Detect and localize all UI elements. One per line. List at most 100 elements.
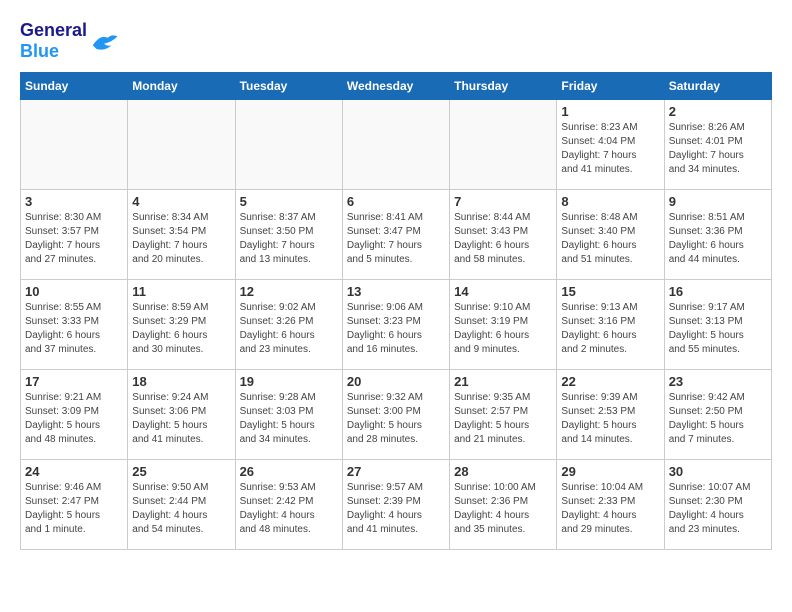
- day-info: Sunrise: 8:51 AM Sunset: 3:36 PM Dayligh…: [669, 211, 767, 267]
- calendar-header-row: SundayMondayTuesdayWednesdayThursdayFrid…: [21, 73, 772, 100]
- day-number: 11: [132, 284, 230, 299]
- page-header: General Blue: [20, 20, 772, 62]
- weekday-header-sunday: Sunday: [21, 73, 128, 100]
- calendar-table: SundayMondayTuesdayWednesdayThursdayFrid…: [20, 72, 772, 550]
- day-info: Sunrise: 9:50 AM Sunset: 2:44 PM Dayligh…: [132, 481, 230, 537]
- calendar-week-row: 24 Sunrise: 9:46 AM Sunset: 2:47 PM Dayli…: [21, 460, 772, 550]
- day-number: 12: [240, 284, 338, 299]
- day-number: 26: [240, 464, 338, 479]
- day-info: Sunrise: 8:23 AM Sunset: 4:04 PM Dayligh…: [561, 121, 659, 177]
- day-number: 10: [25, 284, 123, 299]
- day-info: Sunrise: 9:13 AM Sunset: 3:16 PM Dayligh…: [561, 301, 659, 357]
- logo-general: General: [20, 20, 87, 40]
- calendar-cell: 2Sunrise: 8:26 AM Sunset: 4:01 PM Daylig…: [664, 100, 771, 190]
- day-info: Sunrise: 10:04 AM Sunset: 2:33 PM Daylig…: [561, 481, 659, 537]
- day-info: Sunrise: 10:07 AM Sunset: 2:30 PM Daylig…: [669, 481, 767, 537]
- weekday-header-saturday: Saturday: [664, 73, 771, 100]
- day-info: Sunrise: 9:17 AM Sunset: 3:13 PM Dayligh…: [669, 301, 767, 357]
- calendar-week-row: 17Sunrise: 9:21 AM Sunset: 3:09 PM Dayli…: [21, 370, 772, 460]
- day-info: Sunrise: 9:42 AM Sunset: 2:50 PM Dayligh…: [669, 391, 767, 447]
- day-info: Sunrise: 9:39 AM Sunset: 2:53 PM Dayligh…: [561, 391, 659, 447]
- day-number: 24: [25, 464, 123, 479]
- calendar-week-row: 10Sunrise: 8:55 AM Sunset: 3:33 PM Dayli…: [21, 280, 772, 370]
- calendar-cell: [128, 100, 235, 190]
- calendar-cell: 16 Sunrise: 9:17 AM Sunset: 3:13 PM Dayli…: [664, 280, 771, 370]
- calendar-cell: 15 Sunrise: 9:13 AM Sunset: 3:16 PM Dayli…: [557, 280, 664, 370]
- day-number: 9: [669, 194, 767, 209]
- day-number: 21: [454, 374, 552, 389]
- calendar-week-row: 1 Sunrise: 8:23 AM Sunset: 4:04 PM Daylig…: [21, 100, 772, 190]
- day-info: Sunrise: 8:59 AM Sunset: 3:29 PM Dayligh…: [132, 301, 230, 357]
- day-number: 27: [347, 464, 445, 479]
- weekday-header-wednesday: Wednesday: [342, 73, 449, 100]
- weekday-header-thursday: Thursday: [450, 73, 557, 100]
- day-info: Sunrise: 9:46 AM Sunset: 2:47 PM Dayligh…: [25, 481, 123, 537]
- day-info: Sunrise: 9:06 AM Sunset: 3:23 PM Dayligh…: [347, 301, 445, 357]
- day-number: 17: [25, 374, 123, 389]
- weekday-header-monday: Monday: [128, 73, 235, 100]
- calendar-week-row: 3 Sunrise: 8:30 AM Sunset: 3:57 PM Daylig…: [21, 190, 772, 280]
- calendar-cell: 10Sunrise: 8:55 AM Sunset: 3:33 PM Dayli…: [21, 280, 128, 370]
- calendar-cell: 18 Sunrise: 9:24 AM Sunset: 3:06 PM Dayli…: [128, 370, 235, 460]
- calendar-cell: 26 Sunrise: 9:53 AM Sunset: 2:42 PM Dayli…: [235, 460, 342, 550]
- weekday-header-friday: Friday: [557, 73, 664, 100]
- day-number: 6: [347, 194, 445, 209]
- day-number: 25: [132, 464, 230, 479]
- calendar-cell: 22Sunrise: 9:39 AM Sunset: 2:53 PM Dayli…: [557, 370, 664, 460]
- day-number: 16: [669, 284, 767, 299]
- day-info: Sunrise: 8:44 AM Sunset: 3:43 PM Dayligh…: [454, 211, 552, 267]
- day-info: Sunrise: 8:48 AM Sunset: 3:40 PM Dayligh…: [561, 211, 659, 267]
- weekday-header-tuesday: Tuesday: [235, 73, 342, 100]
- calendar-cell: 17Sunrise: 9:21 AM Sunset: 3:09 PM Dayli…: [21, 370, 128, 460]
- calendar-cell: 27Sunrise: 9:57 AM Sunset: 2:39 PM Dayli…: [342, 460, 449, 550]
- day-number: 1: [561, 104, 659, 119]
- calendar-cell: 6 Sunrise: 8:41 AM Sunset: 3:47 PM Daylig…: [342, 190, 449, 280]
- calendar-cell: 9 Sunrise: 8:51 AM Sunset: 3:36 PM Daylig…: [664, 190, 771, 280]
- calendar-cell: 7 Sunrise: 8:44 AM Sunset: 3:43 PM Daylig…: [450, 190, 557, 280]
- calendar-cell: 24 Sunrise: 9:46 AM Sunset: 2:47 PM Dayli…: [21, 460, 128, 550]
- calendar-cell: [235, 100, 342, 190]
- calendar-cell: 29Sunrise: 10:04 AM Sunset: 2:33 PM Dayl…: [557, 460, 664, 550]
- day-info: Sunrise: 8:37 AM Sunset: 3:50 PM Dayligh…: [240, 211, 338, 267]
- day-number: 30: [669, 464, 767, 479]
- day-number: 19: [240, 374, 338, 389]
- day-number: 14: [454, 284, 552, 299]
- day-info: Sunrise: 9:35 AM Sunset: 2:57 PM Dayligh…: [454, 391, 552, 447]
- calendar-cell: 13 Sunrise: 9:06 AM Sunset: 3:23 PM Dayli…: [342, 280, 449, 370]
- calendar-cell: 5 Sunrise: 8:37 AM Sunset: 3:50 PM Daylig…: [235, 190, 342, 280]
- day-number: 18: [132, 374, 230, 389]
- day-info: Sunrise: 8:30 AM Sunset: 3:57 PM Dayligh…: [25, 211, 123, 267]
- logo-bird-icon: [89, 29, 119, 54]
- calendar-cell: 8 Sunrise: 8:48 AM Sunset: 3:40 PM Daylig…: [557, 190, 664, 280]
- calendar-cell: 21 Sunrise: 9:35 AM Sunset: 2:57 PM Dayli…: [450, 370, 557, 460]
- day-number: 23: [669, 374, 767, 389]
- calendar-cell: 19 Sunrise: 9:28 AM Sunset: 3:03 PM Dayli…: [235, 370, 342, 460]
- calendar-cell: 23 Sunrise: 9:42 AM Sunset: 2:50 PM Dayli…: [664, 370, 771, 460]
- day-info: Sunrise: 8:41 AM Sunset: 3:47 PM Dayligh…: [347, 211, 445, 267]
- logo-blue: Blue: [20, 41, 59, 61]
- calendar-cell: 11 Sunrise: 8:59 AM Sunset: 3:29 PM Dayli…: [128, 280, 235, 370]
- day-number: 3: [25, 194, 123, 209]
- day-info: Sunrise: 9:02 AM Sunset: 3:26 PM Dayligh…: [240, 301, 338, 357]
- day-number: 28: [454, 464, 552, 479]
- calendar-cell: 12 Sunrise: 9:02 AM Sunset: 3:26 PM Dayli…: [235, 280, 342, 370]
- day-number: 15: [561, 284, 659, 299]
- calendar-cell: 20Sunrise: 9:32 AM Sunset: 3:00 PM Dayli…: [342, 370, 449, 460]
- day-number: 13: [347, 284, 445, 299]
- day-number: 7: [454, 194, 552, 209]
- calendar-cell: 14 Sunrise: 9:10 AM Sunset: 3:19 PM Dayli…: [450, 280, 557, 370]
- day-info: Sunrise: 9:24 AM Sunset: 3:06 PM Dayligh…: [132, 391, 230, 447]
- day-number: 20: [347, 374, 445, 389]
- logo: General Blue: [20, 20, 119, 62]
- day-info: Sunrise: 9:53 AM Sunset: 2:42 PM Dayligh…: [240, 481, 338, 537]
- day-info: Sunrise: 9:10 AM Sunset: 3:19 PM Dayligh…: [454, 301, 552, 357]
- day-info: Sunrise: 8:26 AM Sunset: 4:01 PM Dayligh…: [669, 121, 767, 177]
- day-info: Sunrise: 9:28 AM Sunset: 3:03 PM Dayligh…: [240, 391, 338, 447]
- calendar-cell: [21, 100, 128, 190]
- day-info: Sunrise: 10:00 AM Sunset: 2:36 PM Daylig…: [454, 481, 552, 537]
- day-number: 4: [132, 194, 230, 209]
- calendar-cell: 4 Sunrise: 8:34 AM Sunset: 3:54 PM Daylig…: [128, 190, 235, 280]
- day-info: Sunrise: 8:34 AM Sunset: 3:54 PM Dayligh…: [132, 211, 230, 267]
- day-number: 8: [561, 194, 659, 209]
- day-number: 5: [240, 194, 338, 209]
